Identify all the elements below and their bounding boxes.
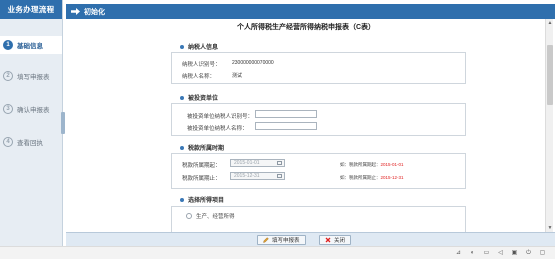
sidebar-item-label: 确认申报表 [17, 107, 50, 114]
period-box [171, 153, 466, 189]
period-end-label: 税款所属期止： [182, 176, 221, 182]
sidebar-item-confirm-form[interactable]: 3 确认申报表 [0, 100, 62, 118]
taxpayer-name-label: 纳税人名称： [182, 74, 216, 80]
scroll-down-icon[interactable]: ▼ [547, 225, 553, 231]
invested-id-label: 被投资单位纳税人识别号： [187, 114, 254, 120]
sidebar-item-label: 基础信息 [17, 43, 43, 50]
section-period-heading: 税款所属时期 [180, 143, 224, 152]
sidebar-item-fill-form[interactable]: 2 填写申报表 [0, 67, 62, 85]
taxpayer-box [171, 52, 466, 84]
close-button[interactable]: 关闭 [319, 235, 352, 245]
scroll-thumb[interactable] [547, 45, 553, 105]
step-number: 4 [3, 137, 13, 147]
period-end-value: 2015-12-31 [234, 173, 260, 179]
button-label: 填写申报表 [272, 238, 300, 244]
form-title: 个人所得税生产经营所得纳税申报表（C表） [236, 24, 376, 31]
hint-value: 2015-01-01 [380, 162, 404, 167]
step-number: 2 [3, 71, 13, 81]
sidebar-item-label: 填写申报表 [17, 74, 50, 81]
section-income-heading: 选择所得项目 [180, 195, 224, 204]
bullet-icon [180, 44, 184, 49]
edit-icon [263, 237, 269, 243]
sidebar-item-label: 查看回执 [17, 140, 43, 147]
period-start-value: 2015-01-01 [234, 160, 260, 166]
scroll-up-icon[interactable]: ▲ [547, 20, 553, 26]
taxpayer-id-label: 纳税人识别号： [182, 62, 221, 68]
calendar-icon[interactable] [277, 174, 282, 178]
bullet-icon [180, 145, 184, 150]
taxpayer-name-value: 测试 [232, 73, 243, 79]
keyboard-icon[interactable]: ▭ [483, 250, 490, 257]
arrow-right-icon [71, 8, 80, 15]
sidebar-title: 业务办理流程 [0, 0, 62, 19]
bullet-icon [180, 95, 184, 100]
invested-name-label: 被投资单位纳税人名称： [187, 126, 248, 132]
section-invested-heading: 被投资单位 [180, 93, 218, 102]
section-heading-text: 税款所属时期 [188, 146, 225, 152]
period-start-hint: 如：税款所属期起：2015-01-01 [340, 162, 404, 168]
network-icon[interactable]: ⊿ [455, 250, 462, 257]
close-icon [325, 237, 331, 243]
period-end-input[interactable]: 2015-12-31 [230, 172, 285, 180]
step-number: 1 [3, 40, 13, 50]
action-bar: 填写申报表 关闭 [66, 232, 555, 246]
sidebar-item-view-receipt[interactable]: 4 查看回执 [0, 133, 62, 151]
sidebar-collapse-handle[interactable] [61, 112, 65, 134]
calendar-icon[interactable] [277, 161, 282, 165]
form-content: 个人所得税生产经营所得纳税申报表（C表） 纳税人信息 纳税人识别号： 23000… [66, 19, 546, 232]
hint-text: 如：税款所属期起： [340, 162, 381, 167]
page-title: 初始化 [84, 8, 105, 16]
display-icon[interactable]: ▣ [511, 250, 518, 257]
section-heading-text: 选择所得项目 [188, 198, 225, 204]
system-taskbar: ⊿ ◐ ▭ ◁ ▣ ⏻ ▢ [0, 246, 555, 259]
radio-button[interactable] [186, 213, 192, 219]
income-option-production[interactable]: 生产、经营所得 [186, 212, 235, 220]
fill-form-button[interactable]: 填写申报表 [257, 235, 306, 245]
step-number: 3 [3, 104, 13, 114]
bullet-icon [180, 197, 184, 202]
page-header: 初始化 [66, 4, 555, 19]
section-heading-text: 纳税人信息 [188, 45, 219, 51]
invested-id-input[interactable] [255, 110, 317, 118]
button-label: 关闭 [334, 238, 346, 244]
notification-icon[interactable]: ▢ [539, 250, 546, 257]
shield-icon[interactable]: ◐ [469, 250, 476, 257]
sidebar-item-basic-info[interactable]: 1 基础信息 [0, 36, 62, 54]
sidebar: 业务办理流程 1 基础信息 2 填写申报表 3 确认申报表 4 查看回执 [0, 0, 63, 246]
hint-value: 2015-12-31 [380, 175, 404, 180]
radio-label: 生产、经营所得 [196, 214, 235, 220]
taxpayer-id-value: 230000000070000 [232, 60, 274, 66]
volume-icon[interactable]: ◁ [497, 250, 504, 257]
power-icon[interactable]: ⏻ [525, 250, 532, 257]
period-start-input[interactable]: 2015-01-01 [230, 159, 285, 167]
section-taxpayer-heading: 纳税人信息 [180, 42, 218, 51]
invested-name-input[interactable] [255, 122, 317, 130]
vertical-scrollbar[interactable]: ▲ ▼ [545, 19, 553, 232]
section-heading-text: 被投资单位 [188, 96, 219, 102]
period-start-label: 税款所属期起： [182, 163, 221, 169]
hint-text: 如：税款所属期止： [340, 175, 381, 180]
period-end-hint: 如：税款所属期止：2015-12-31 [340, 175, 404, 181]
